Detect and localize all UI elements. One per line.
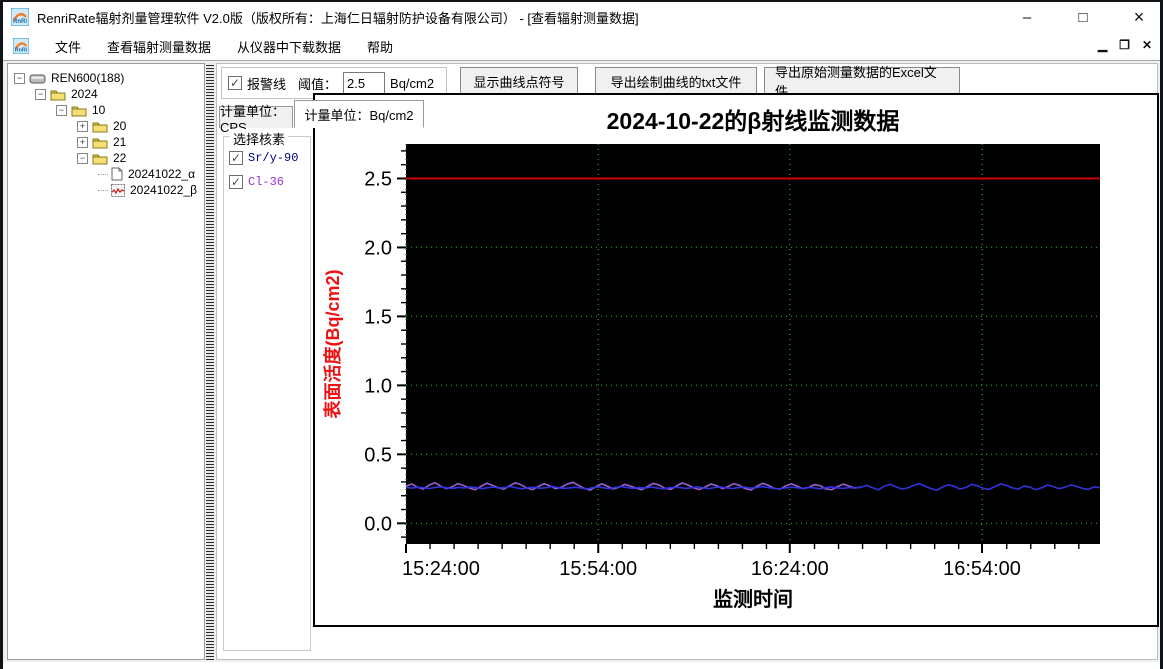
app-logo-icon: RnRi bbox=[11, 8, 29, 26]
tree-node-label: 21 bbox=[113, 135, 127, 149]
y-tick-label: 0.0 bbox=[364, 513, 392, 535]
y-tick-label: 1.5 bbox=[364, 306, 392, 328]
tree-connector bbox=[98, 189, 108, 191]
x-tick-label: 16:24:00 bbox=[751, 558, 829, 580]
menu-bar: RnRi 文件 查看辐射测量数据 从仪器中下载数据 帮助 bbox=[3, 32, 1160, 61]
menu-item-file[interactable]: 文件 bbox=[55, 37, 81, 56]
tree-collapse-icon[interactable]: − bbox=[77, 152, 88, 164]
y-tick-label: 0.5 bbox=[364, 444, 392, 466]
folder-icon bbox=[92, 120, 108, 133]
tree-node-label: 20 bbox=[113, 119, 127, 133]
tree-node-label: 22 bbox=[113, 151, 127, 165]
plot-area bbox=[406, 144, 1100, 544]
tree-expand-icon[interactable]: + bbox=[77, 120, 88, 132]
tree-collapse-icon[interactable]: − bbox=[35, 88, 46, 100]
tree-node-20241022-β[interactable]: 20241022_β bbox=[8, 182, 204, 198]
menu-item-view-data[interactable]: 查看辐射测量数据 bbox=[107, 37, 211, 56]
folder-icon bbox=[92, 136, 108, 149]
tab-unit-cps[interactable]: 计量单位：CPS bbox=[219, 104, 293, 135]
export-txt-button[interactable]: 导出绘制曲线的txt文件 bbox=[595, 67, 757, 95]
menu-item-help[interactable]: 帮助 bbox=[367, 37, 393, 56]
tree-node-label: REN600(188) bbox=[51, 71, 125, 85]
y-tick-label: 2.0 bbox=[364, 237, 392, 259]
device-tree-panel: − REN600(188) −2024−10 +20 +21−22 20241022_α 2… bbox=[7, 63, 205, 660]
window-title: RenriRate辐射剂量管理软件 V2.0版（版权所有：上海仁日辐射防护设备有… bbox=[37, 10, 639, 26]
mdi-close-button[interactable]: ✕ bbox=[1142, 38, 1152, 52]
close-button[interactable]: × bbox=[1128, 7, 1150, 28]
tree-node-21[interactable]: +21 bbox=[8, 134, 204, 150]
nuclide-label-sr90: Sr/y-90 bbox=[248, 151, 299, 165]
chart-panel: 0.0 0.5 1.0 1.5 2.0 2.5 15:24:00 15:54:00 16:24:… bbox=[313, 93, 1159, 627]
x-axis-title: 监测时间 bbox=[713, 588, 793, 611]
tree-node-10[interactable]: − 10 bbox=[8, 102, 204, 118]
measurement-view-panel: ✓ 报警线 阈值： Bq/cm2 显示曲线点符号 导出绘制曲线的txt文件 导出… bbox=[216, 63, 1159, 660]
x-tick-label: 15:24:00 bbox=[402, 558, 480, 580]
tree-collapse-icon[interactable]: − bbox=[14, 72, 25, 84]
tree-node-label: 2024 bbox=[71, 87, 98, 101]
alarm-line-label: 报警线 bbox=[247, 76, 287, 92]
tree-node-label: 20241022_β bbox=[130, 183, 197, 197]
tree-node-22[interactable]: − 22 bbox=[8, 150, 204, 166]
x-tick-label: 15:54:00 bbox=[559, 558, 637, 580]
maximize-button[interactable]: □ bbox=[1072, 9, 1094, 26]
chart-title: 2024-10-22的β射线监测数据 bbox=[607, 108, 900, 134]
tree-node-2024[interactable]: − 2024 bbox=[8, 86, 204, 102]
y-tick-label: 1.0 bbox=[364, 375, 392, 397]
threshold-label: 阈值： bbox=[298, 76, 338, 92]
folder-icon bbox=[50, 88, 66, 101]
tree-node-20[interactable]: +20 bbox=[8, 118, 204, 134]
tab-unit-bqcm2[interactable]: 计量单位：Bq/cm2 bbox=[294, 100, 424, 128]
export-excel-button[interactable]: 导出原始测量数据的Excel文件 bbox=[764, 65, 960, 99]
svg-text:RnRi: RnRi bbox=[15, 47, 28, 53]
minimize-button[interactable]: – bbox=[1016, 9, 1038, 26]
tree-node-ren600-188-[interactable]: − REN600(188) bbox=[8, 70, 204, 86]
nuclide-group: 选择核素 ✓ Sr/y-90 ✓ Cl-36 bbox=[223, 129, 311, 651]
tree-node-label: 10 bbox=[92, 103, 106, 117]
splitter-handle[interactable] bbox=[206, 63, 214, 660]
nuclide-checkbox-sr90[interactable]: ✓ bbox=[229, 151, 243, 165]
alarm-line-checkbox[interactable]: ✓ bbox=[228, 76, 242, 90]
nuclide-checkbox-cl36[interactable]: ✓ bbox=[229, 175, 243, 189]
threshold-unit-label: Bq/cm2 bbox=[390, 75, 435, 91]
doc-icon bbox=[111, 167, 123, 181]
y-tick-label: 2.5 bbox=[364, 168, 392, 190]
nuclide-label-cl36: Cl-36 bbox=[248, 175, 285, 189]
mdi-restore-button[interactable]: ❐ bbox=[1119, 38, 1130, 52]
client-area: − REN600(188) −2024−10 +20 +21−22 20241022_α 2… bbox=[3, 61, 1160, 662]
nuclide-group-title: 选择核素 bbox=[230, 129, 289, 148]
chart-icon bbox=[111, 183, 125, 197]
mdi-child-icon: RnRi bbox=[13, 38, 29, 54]
show-curve-symbols-button[interactable]: 显示曲线点符号 bbox=[460, 67, 578, 95]
folder-icon bbox=[71, 104, 87, 117]
svg-text:RnRi: RnRi bbox=[13, 19, 27, 25]
mdi-minimize-button[interactable]: ▁ bbox=[1098, 38, 1107, 52]
tree-expand-icon[interactable]: + bbox=[77, 136, 88, 148]
tree-node-20241022-α[interactable]: 20241022_α bbox=[8, 166, 204, 182]
nuclide-row-sr90: ✓ Sr/y-90 bbox=[229, 151, 310, 165]
tree-connector bbox=[98, 173, 108, 175]
beta-monitoring-chart: 0.0 0.5 1.0 1.5 2.0 2.5 15:24:00 15:54:00 16:24:… bbox=[322, 108, 1101, 611]
y-axis-title: 表面活度(Bq/cm2) bbox=[322, 269, 343, 418]
tree-collapse-icon[interactable]: − bbox=[56, 104, 67, 116]
device-icon bbox=[29, 72, 46, 85]
nuclide-row-cl36: ✓ Cl-36 bbox=[229, 175, 310, 189]
tree-node-label: 20241022_α bbox=[128, 167, 196, 181]
menu-item-download[interactable]: 从仪器中下载数据 bbox=[237, 37, 341, 56]
folder-icon bbox=[92, 152, 108, 165]
x-tick-label: 16:54:00 bbox=[943, 558, 1021, 580]
app-window: RnRi RenriRate辐射剂量管理软件 V2.0版（版权所有：上海仁日辐射… bbox=[0, 0, 1163, 669]
threshold-input[interactable] bbox=[343, 72, 386, 94]
title-bar: RnRi RenriRate辐射剂量管理软件 V2.0版（版权所有：上海仁日辐射… bbox=[3, 2, 1160, 32]
